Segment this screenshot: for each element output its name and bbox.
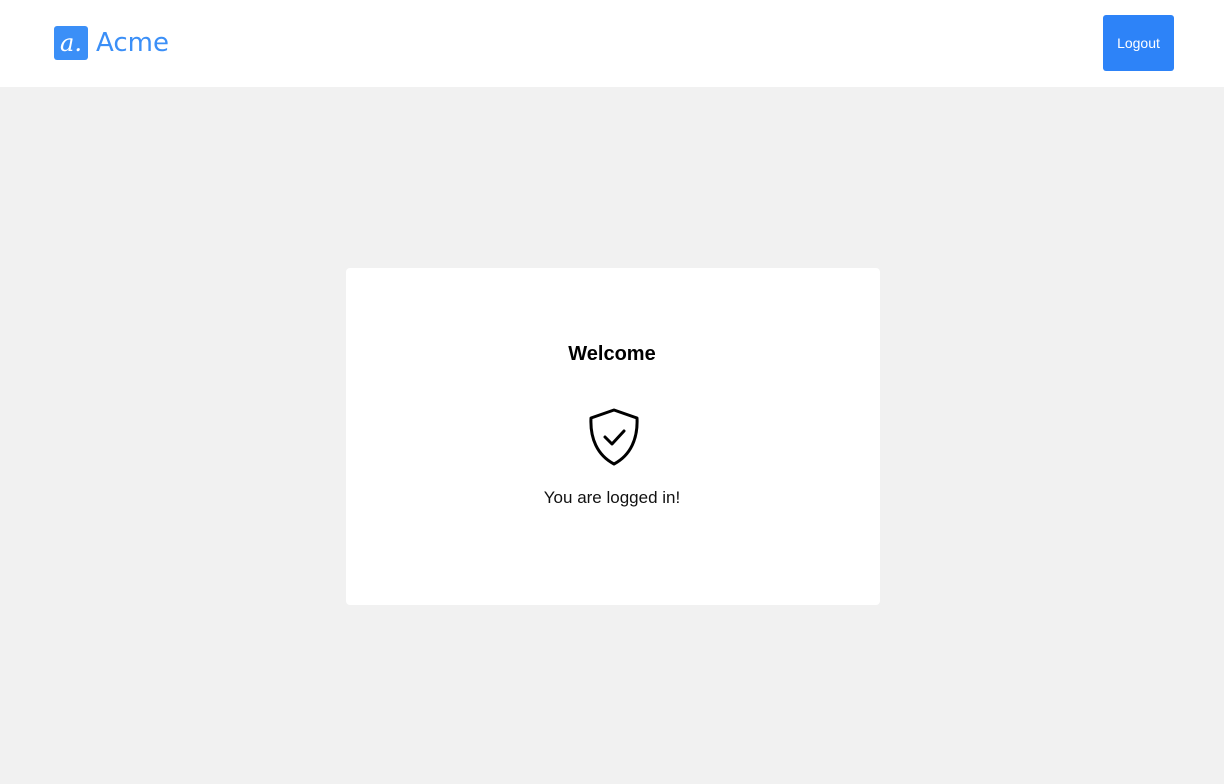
logo-name: Acme [96,28,169,58]
logout-button[interactable]: Logout [1103,15,1174,71]
welcome-title: Welcome [568,343,656,365]
top-header: a. Acme Logout [0,0,1224,87]
logo-mark: a. [54,26,88,60]
brand-logo[interactable]: a. Acme [54,26,169,60]
logged-in-message: You are logged in! [543,488,681,507]
shield-check-icon [584,406,644,468]
